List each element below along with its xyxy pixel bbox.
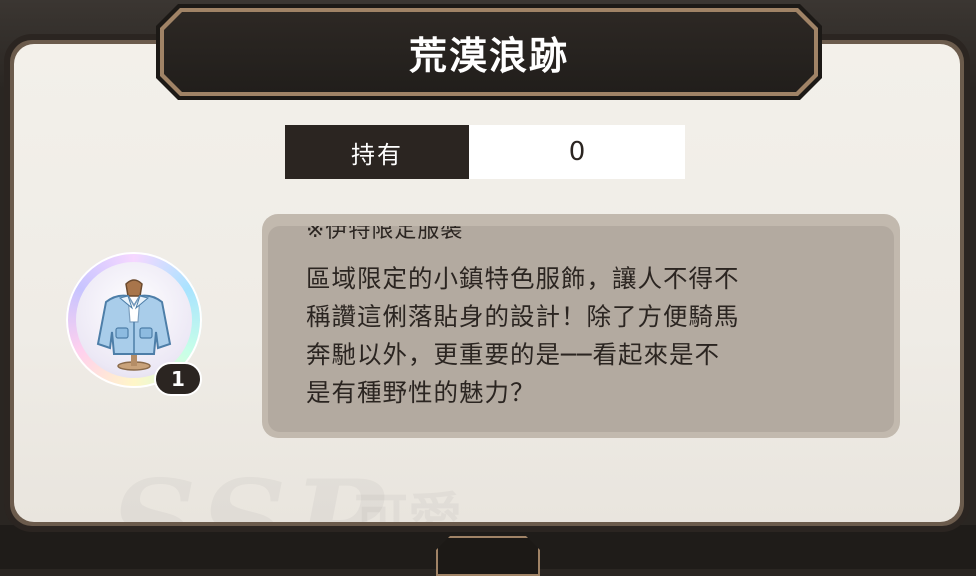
watermark-subtext: 可愛 — [354, 474, 462, 522]
description-line: 區域限定的小鎮特色服飾，讓人不得不 — [306, 264, 740, 293]
description-box[interactable]: ※伊特限定服裝 區域限定的小鎮特色服飾，讓人不得不 稱讚這俐落貼身的設計！除了方… — [268, 226, 894, 432]
bottom-tab[interactable] — [436, 536, 540, 576]
exclusive-note: ※伊特限定服裝 — [306, 226, 464, 243]
dialog-title: 荒漠浪跡 — [408, 33, 569, 78]
description-line: 奔馳以外，更重要的是──看起來是不 — [306, 340, 720, 369]
description-line: 稱讚這俐落貼身的設計！除了方便騎馬 — [306, 302, 740, 331]
jacket-icon — [96, 279, 172, 371]
owned-label: 持有 — [285, 125, 469, 179]
description-line: 是有種野性的魅力？ — [306, 378, 536, 407]
owned-value: 0 — [469, 125, 685, 179]
title-plaque: 荒漠浪跡 — [164, 12, 814, 92]
item-description: 區域限定的小鎮特色服飾，讓人不得不 稱讚這俐落貼身的設計！除了方便騎馬 奔馳以外… — [306, 260, 866, 412]
item-icon-background — [76, 262, 192, 378]
owned-count-row: 持有 0 — [285, 125, 685, 179]
quantity-badge: 1 — [154, 362, 202, 396]
